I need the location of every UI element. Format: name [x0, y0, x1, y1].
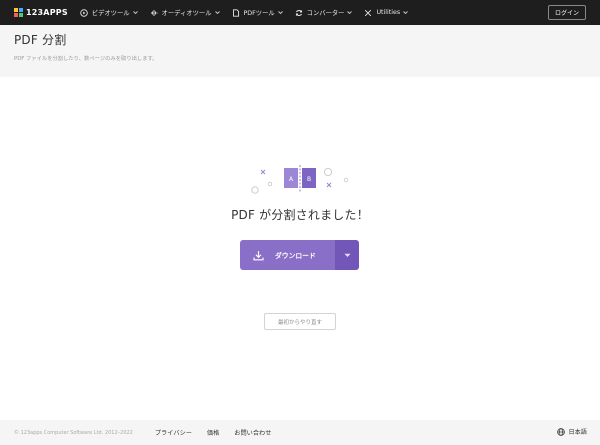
language-label: 日本語 — [568, 429, 587, 436]
decorative-circle — [323, 167, 333, 177]
pdf-file-icon — [232, 8, 240, 17]
chevron-down-icon — [403, 11, 408, 15]
footer-link-pricing[interactable]: 価格 — [207, 428, 219, 437]
chevron-down-icon — [347, 11, 353, 15]
nav-item-label: ビデオツール — [91, 10, 130, 17]
nav-item-video-tools[interactable]: ビデオツール — [80, 8, 139, 17]
footer-link-privacy[interactable]: プライバシー — [155, 428, 192, 437]
page-a-label: A — [289, 176, 294, 183]
chevron-down-icon — [132, 11, 138, 15]
download-options-button[interactable] — [335, 240, 359, 270]
top-navigation-bar: 123APPS ビデオツール オーディオツール PDFツール コンバーター Ut — [0, 0, 600, 25]
footer-link-contact[interactable]: お問い合わせ — [234, 428, 271, 437]
download-button-group: ダウンロード — [240, 240, 359, 270]
nav-item-converters[interactable]: コンバーター — [295, 8, 354, 17]
download-icon — [253, 250, 264, 261]
start-over-button[interactable]: 最初からやり直す — [264, 313, 336, 330]
nav-item-label: Utilities — [376, 9, 401, 16]
page-a-icon — [284, 168, 298, 188]
page-subtitle: PDF ファイルを分割したり、数ページのみを取り出します。 — [14, 56, 158, 62]
decorative-circle — [343, 177, 349, 183]
copyright-text: © 123apps Computer Software Ltd. 2012–20… — [14, 429, 133, 436]
download-button[interactable]: ダウンロード — [240, 240, 335, 270]
page-header: PDF 分割 PDF ファイルを分割したり、数ページのみを取り出します。 — [0, 25, 600, 77]
nav-item-utilities[interactable]: Utilities — [364, 9, 409, 17]
logo-icon — [14, 8, 23, 17]
language-selector[interactable]: 日本語 — [557, 427, 587, 436]
nav-item-label: オーディオツール — [161, 10, 212, 17]
page-title: PDF 分割 — [14, 33, 67, 47]
video-icon — [80, 8, 88, 17]
utilities-icon — [364, 9, 372, 17]
globe-icon — [557, 427, 566, 436]
chevron-down-icon — [277, 11, 283, 15]
page-b-icon — [302, 168, 316, 188]
result-title: PDF が分割されました！ — [231, 208, 369, 222]
caret-down-icon — [344, 253, 350, 257]
logo-text: 123APPS — [26, 8, 68, 17]
nav-item-audio-tools[interactable]: オーディオツール — [150, 8, 221, 17]
nav-item-pdf-tools[interactable]: PDFツール — [232, 8, 284, 17]
download-button-label: ダウンロード — [275, 252, 316, 260]
logo[interactable]: 123APPS — [14, 8, 68, 17]
nav-item-label: PDFツール — [243, 10, 275, 17]
page-b-label: B — [307, 176, 311, 183]
decorative-cross-icon — [326, 182, 332, 188]
decorative-circle — [251, 186, 259, 194]
chevron-down-icon — [214, 11, 220, 15]
convert-icon — [295, 9, 303, 17]
decorative-circle — [267, 181, 273, 187]
decorative-cross-icon — [260, 169, 266, 175]
footer: © 123apps Computer Software Ltd. 2012–20… — [0, 420, 600, 445]
nav-item-label: コンバーター — [306, 10, 345, 17]
login-button[interactable]: ログイン — [547, 5, 586, 20]
audio-wave-icon — [150, 9, 158, 17]
